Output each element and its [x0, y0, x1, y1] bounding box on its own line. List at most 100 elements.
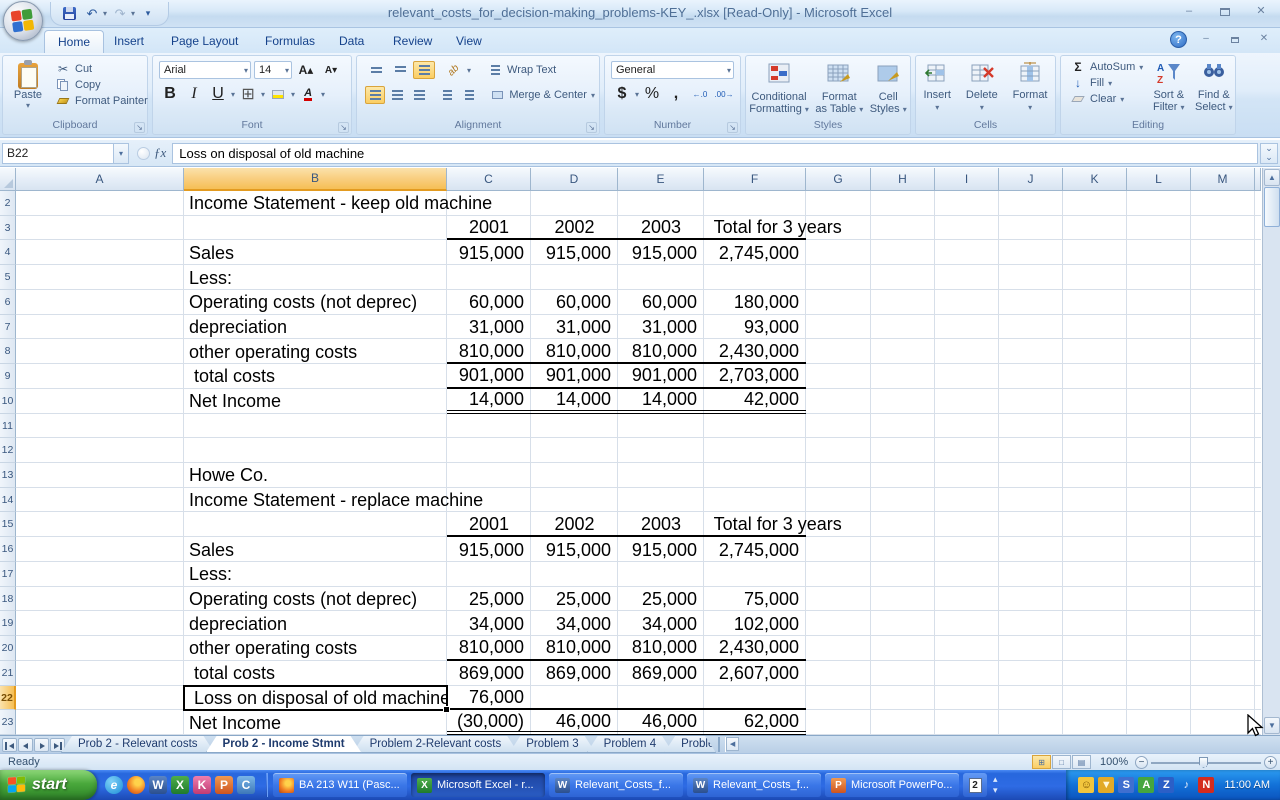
- app-icon[interactable]: C: [237, 776, 255, 794]
- sheet-tab-2[interactable]: Prob 2 - Income Stmnt: [206, 736, 362, 753]
- cell-B2[interactable]: Income Statement - keep old machine: [184, 191, 447, 216]
- cell-D4[interactable]: 915,000: [531, 240, 618, 265]
- expand-formula-bar-button[interactable]: ⌄⌄: [1260, 143, 1278, 164]
- z-app-icon[interactable]: Z: [1158, 777, 1174, 793]
- row-header-14[interactable]: 14: [0, 488, 16, 513]
- align-middle-button[interactable]: [389, 61, 411, 79]
- cell-E3[interactable]: 2003: [618, 216, 704, 241]
- shield-icon[interactable]: ▼: [1098, 777, 1114, 793]
- tab-review[interactable]: Review: [380, 30, 445, 53]
- next-sheet-button[interactable]: [34, 738, 49, 752]
- cell-D7[interactable]: 31,000: [531, 315, 618, 340]
- tab-insert[interactable]: Insert: [101, 30, 157, 53]
- insert-function-button[interactable]: ƒx: [154, 145, 166, 161]
- wrap-text-button[interactable]: Wrap Text: [483, 62, 560, 78]
- align-right-button[interactable]: [409, 86, 429, 104]
- fill-color-button[interactable]: [267, 85, 289, 103]
- cell-C19[interactable]: 34,000: [447, 611, 531, 636]
- italic-button[interactable]: I: [183, 85, 205, 103]
- cut-button[interactable]: ✂Cut: [51, 61, 152, 77]
- cell-C18[interactable]: 25,000: [447, 587, 531, 612]
- cell-B20[interactable]: other operating costs: [184, 636, 447, 661]
- autosum-button[interactable]: ΣAutoSum▾: [1066, 59, 1147, 75]
- cell-B6[interactable]: Operating costs (not deprec): [184, 290, 447, 315]
- row-header-21[interactable]: 21: [0, 661, 16, 686]
- cell-D23[interactable]: 46,000: [531, 710, 618, 735]
- font-color-dropdown-icon[interactable]: ▾: [321, 90, 325, 99]
- row-header-18[interactable]: 18: [0, 587, 16, 612]
- restore-button[interactable]: [1212, 4, 1238, 20]
- cell-E22[interactable]: [618, 686, 704, 711]
- help-button[interactable]: ?: [1170, 31, 1187, 48]
- cell-E7[interactable]: 31,000: [618, 315, 704, 340]
- cell-C6[interactable]: 60,000: [447, 290, 531, 315]
- cell-D20[interactable]: 810,000: [531, 636, 618, 661]
- col-header-K[interactable]: K: [1063, 168, 1127, 191]
- cell-F7[interactable]: 93,000: [704, 315, 806, 340]
- row-header-4[interactable]: 4: [0, 240, 16, 265]
- align-top-button[interactable]: [365, 61, 387, 79]
- row-header-10[interactable]: 10: [0, 389, 16, 414]
- formula-input[interactable]: Loss on disposal of old machine: [172, 143, 1258, 164]
- start-button[interactable]: start: [0, 770, 97, 800]
- row-header-22[interactable]: 22: [0, 686, 16, 711]
- sheet-tab-4[interactable]: Problem 3: [509, 736, 595, 753]
- col-header-E[interactable]: E: [618, 168, 704, 191]
- cell-E19[interactable]: 34,000: [618, 611, 704, 636]
- cell-E21[interactable]: 869,000: [618, 661, 704, 686]
- cell-C3[interactable]: 2001: [447, 216, 531, 241]
- cell-F4[interactable]: 2,745,000: [704, 240, 806, 265]
- messenger-icon[interactable]: ☺: [1078, 777, 1094, 793]
- task-button-5[interactable]: PMicrosoft PowerPo...: [825, 773, 959, 797]
- extra-window-button[interactable]: 2: [963, 773, 987, 797]
- cell-B13[interactable]: Howe Co.: [184, 463, 447, 488]
- excel-icon[interactable]: X: [171, 776, 189, 794]
- comma-style-button[interactable]: ,: [665, 85, 687, 103]
- cell-B16[interactable]: Sales: [184, 537, 447, 562]
- col-header-M[interactable]: M: [1191, 168, 1255, 191]
- cell-E4[interactable]: 915,000: [618, 240, 704, 265]
- worksheet-grid[interactable]: ABCDEFGHIJKLM2Income Statement - keep ol…: [0, 168, 1280, 735]
- row-header-11[interactable]: 11: [0, 414, 16, 439]
- cell-C22[interactable]: 76,000: [447, 686, 531, 711]
- cell-C15[interactable]: 2001: [447, 512, 531, 537]
- col-header-F[interactable]: F: [704, 168, 806, 191]
- zoom-slider[interactable]: − +: [1135, 755, 1277, 769]
- row-header-19[interactable]: 19: [0, 611, 16, 636]
- row-header-2[interactable]: 2: [0, 191, 16, 216]
- cell-D18[interactable]: 25,000: [531, 587, 618, 612]
- tab-page-layout[interactable]: Page Layout: [158, 30, 251, 53]
- cell-F23[interactable]: 62,000: [704, 710, 806, 735]
- scroll-up-button[interactable]: ▲: [1264, 169, 1280, 186]
- cell-B18[interactable]: Operating costs (not deprec): [184, 587, 447, 612]
- decrease-indent-button[interactable]: [437, 86, 457, 104]
- find-select-button[interactable]: Find &Select ▾: [1195, 56, 1233, 114]
- cell-E18[interactable]: 25,000: [618, 587, 704, 612]
- firefox-icon[interactable]: [127, 776, 145, 794]
- font-size-select[interactable]: 14▾: [254, 61, 292, 79]
- cell-F16[interactable]: 2,745,000: [704, 537, 806, 562]
- zoom-level[interactable]: 100%: [1100, 756, 1128, 768]
- row-header-13[interactable]: 13: [0, 463, 16, 488]
- cell-D21[interactable]: 869,000: [531, 661, 618, 686]
- word-icon[interactable]: W: [149, 776, 167, 794]
- cell-C10[interactable]: 14,000: [447, 389, 531, 414]
- orientation-button[interactable]: ab: [443, 61, 465, 79]
- row-header-9[interactable]: 9: [0, 364, 16, 389]
- cell-F3[interactable]: Total for 3 years: [704, 216, 806, 241]
- align-center-button[interactable]: [387, 86, 407, 104]
- tab-split-handle[interactable]: [718, 737, 726, 752]
- name-box-dropdown-icon[interactable]: ▾: [114, 143, 129, 164]
- normal-view-button[interactable]: ⊞: [1032, 755, 1051, 769]
- col-header-partial[interactable]: [1255, 168, 1261, 191]
- col-header-B[interactable]: B: [184, 168, 447, 191]
- cell-B14[interactable]: Income Statement - replace machine: [184, 488, 447, 513]
- cell-D8[interactable]: 810,000: [531, 339, 618, 364]
- tab-formulas[interactable]: Formulas: [252, 30, 328, 53]
- cell-C16[interactable]: 915,000: [447, 537, 531, 562]
- format-as-table-button[interactable]: Formatas Table ▾: [815, 58, 863, 118]
- fill-button[interactable]: ↓Fill▾: [1066, 75, 1147, 91]
- cell-D3[interactable]: 2002: [531, 216, 618, 241]
- row-header-16[interactable]: 16: [0, 537, 16, 562]
- font-dialog-launcher[interactable]: ↘: [338, 122, 349, 133]
